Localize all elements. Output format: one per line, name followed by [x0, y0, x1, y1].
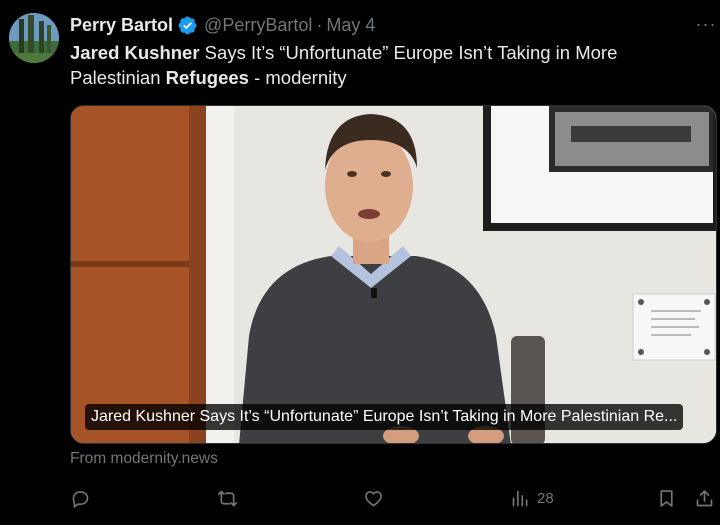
- verified-badge-icon: [178, 16, 197, 34]
- heart-icon: [365, 490, 382, 506]
- bookmark-icon: [660, 489, 673, 507]
- reply-button[interactable]: [70, 485, 91, 511]
- author-name[interactable]: Perry Bartol: [70, 15, 173, 36]
- text-part-4: - modernity: [248, 67, 347, 88]
- text-part-1: Jared Kushner: [70, 42, 200, 63]
- avatar[interactable]: [9, 13, 59, 63]
- bookmark-button[interactable]: [656, 485, 677, 511]
- link-card[interactable]: Jared Kushner Says It’s “Unfortunate” Eu…: [70, 105, 717, 444]
- author-handle[interactable]: @PerryBartol: [204, 15, 312, 36]
- reply-icon: [72, 490, 89, 508]
- avatar-image: [9, 13, 59, 63]
- tweet-date[interactable]: May 4: [326, 15, 375, 36]
- tweet-text: Jared Kushner Says It’s “Unfortunate” Eu…: [70, 40, 690, 90]
- card-thumbnail-image: [71, 106, 716, 443]
- views-button[interactable]: 28: [510, 485, 554, 511]
- views-icon: [512, 490, 528, 506]
- like-button[interactable]: [363, 485, 384, 511]
- card-caption: Jared Kushner Says It’s “Unfortunate” Eu…: [85, 404, 684, 430]
- text-part-3: Refugees: [165, 67, 249, 88]
- share-icon: [696, 489, 713, 506]
- separator-dot: ·: [316, 14, 323, 35]
- tweet-header: Perry Bartol @PerryBartol · May 4: [70, 14, 375, 36]
- retweet-icon: [217, 490, 238, 506]
- retweet-button[interactable]: [217, 485, 238, 511]
- views-count: 28: [537, 489, 554, 507]
- action-bar: 28: [70, 485, 720, 511]
- more-options-icon[interactable]: ···: [694, 12, 718, 36]
- share-button[interactable]: [694, 485, 715, 511]
- card-source[interactable]: From modernity.news: [70, 450, 218, 468]
